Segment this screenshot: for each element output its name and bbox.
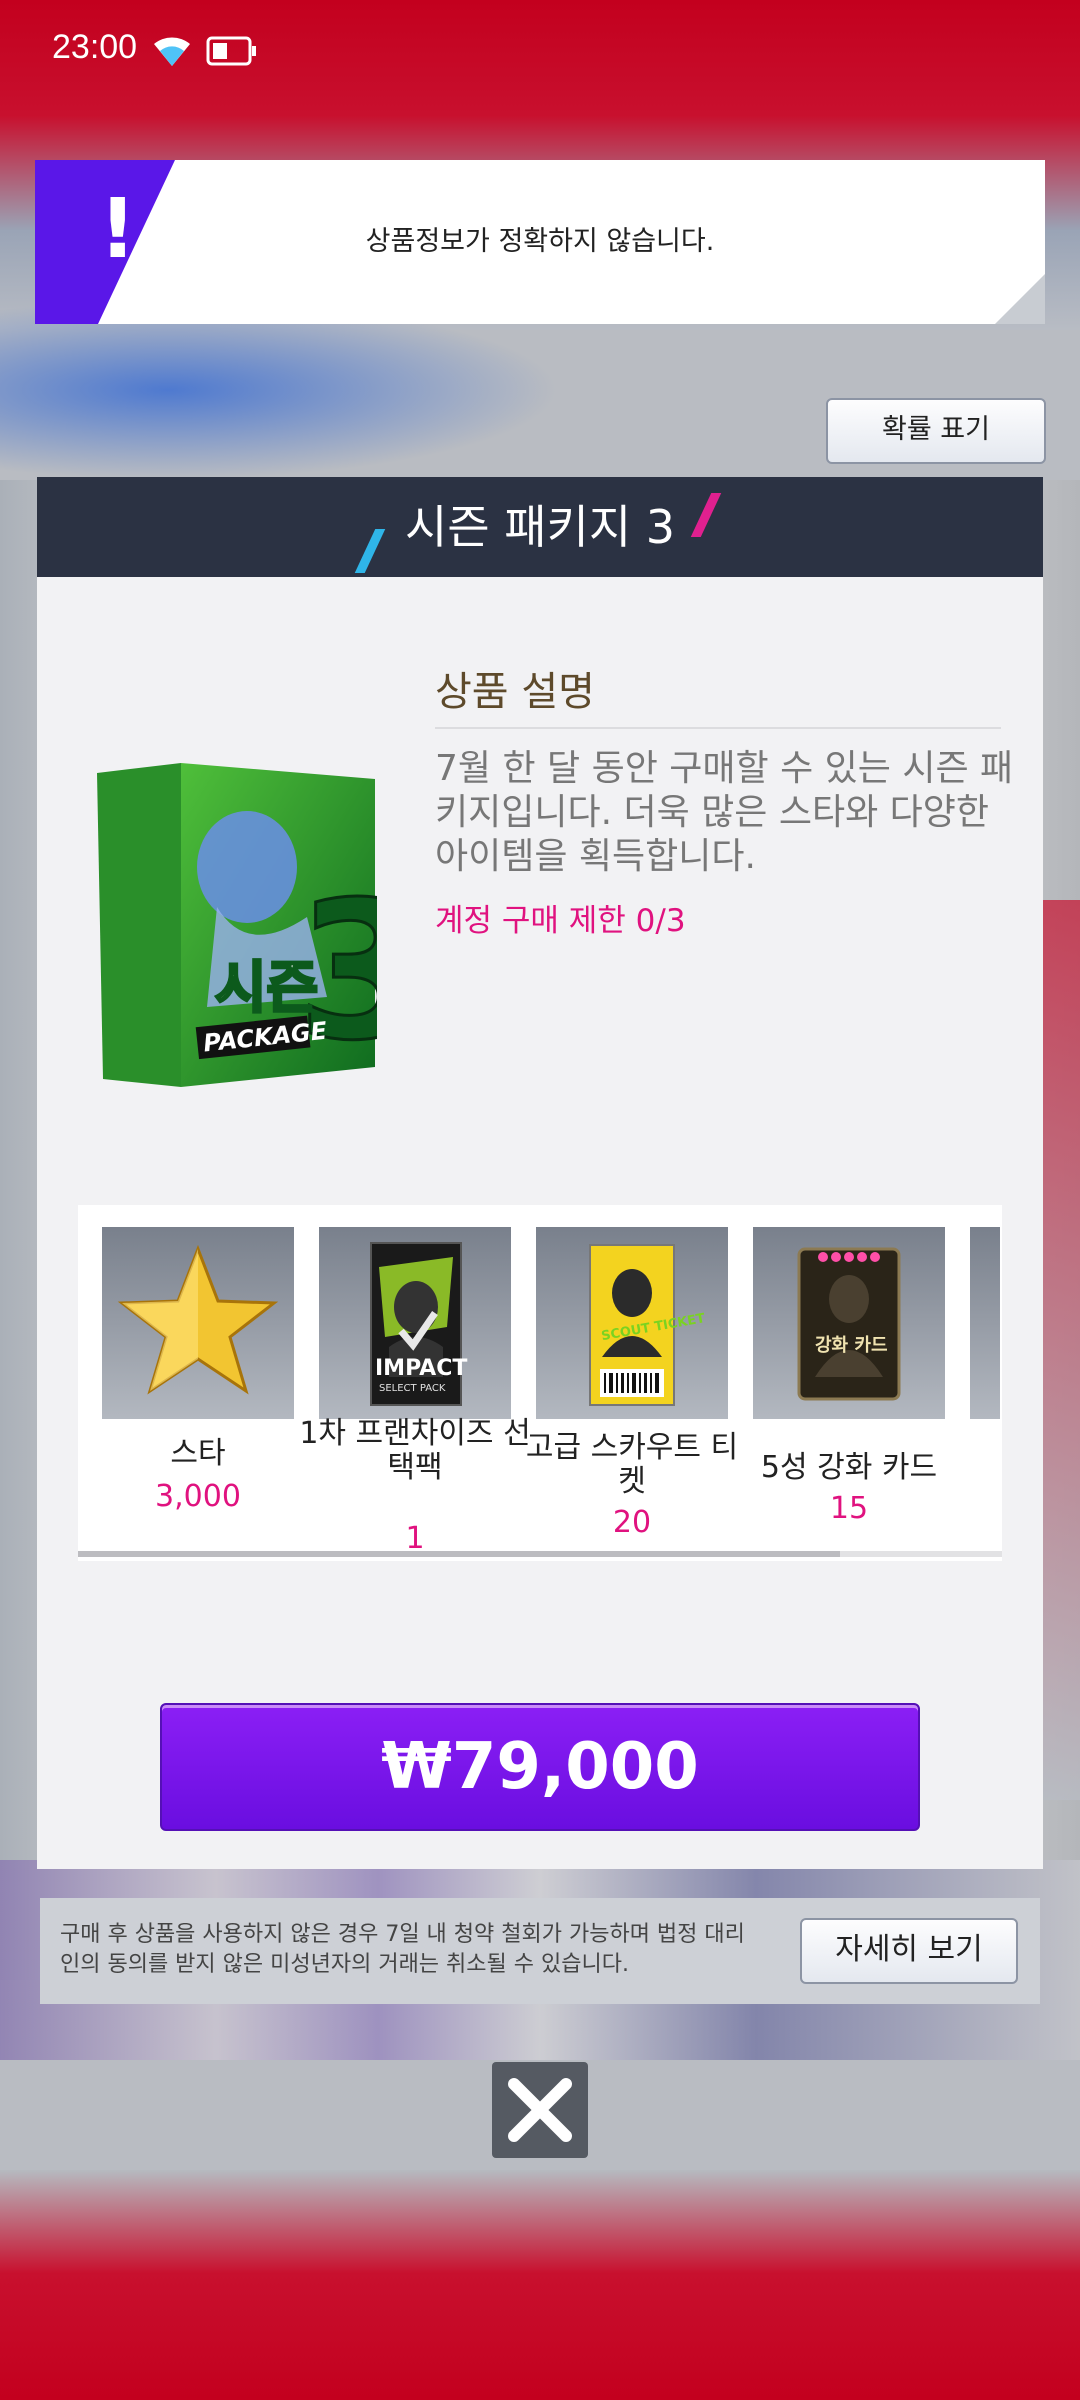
reward-name: 스타 <box>170 1436 226 1471</box>
package-title: 시즌 패키지 3 <box>404 500 676 554</box>
notice-text: 구매 후 상품을 사용하지 않은 경우 7일 내 청약 철회가 가능하며 법정 … <box>60 1922 745 1977</box>
warning-banner: ! 상품정보가 정확하지 않습니다. <box>35 160 1045 324</box>
status-time: 23:00 <box>52 28 138 66</box>
reward-thumb: SCOUT TICKET <box>536 1227 728 1419</box>
reward-thumb <box>970 1227 1000 1419</box>
reward-qty: 15 <box>829 1491 869 1526</box>
scout-ticket-icon: SCOUT TICKET <box>589 1244 706 1406</box>
buy-button[interactable]: ₩79,000 <box>160 1703 920 1831</box>
reward-qty: 3,000 <box>155 1479 241 1514</box>
reward-name: 1차 프랜차이즈 선택팩 <box>299 1416 531 1485</box>
status-bar: 23:00 <box>0 0 1080 100</box>
box-korean-label: 시즌 <box>215 956 318 1021</box>
reward-thumb: IMPACT SELECT PACK <box>319 1227 511 1419</box>
purchase-limit: 계정 구매 제한 0/3 <box>435 903 686 939</box>
reward-name: 고급 스카우트 티켓 <box>525 1430 739 1499</box>
background-side <box>1040 900 1080 1800</box>
battery-icon <box>206 36 256 66</box>
banner-message: 상품정보가 정확하지 않습니다. <box>365 226 715 257</box>
upgrade-card-label: 강화 카드 <box>815 1335 888 1356</box>
reward-thumb <box>102 1227 294 1419</box>
close-icon <box>508 2078 572 2142</box>
description-text: 7월 한 달 동안 구매할 수 있는 시즌 패키지입니다. 더욱 많은 스타와 … <box>435 748 1014 877</box>
impact-pack-icon: IMPACT SELECT PACK <box>370 1242 467 1406</box>
reward-qty: 20 <box>612 1505 652 1540</box>
background-bottom <box>0 2170 1080 2400</box>
background-glow <box>0 300 560 480</box>
rewards-scrollbar-thumb[interactable] <box>78 1551 840 1557</box>
wifi-icon <box>154 37 190 66</box>
reward-name: 5성 강화 카드 <box>760 1450 938 1485</box>
panel-header: 시즌 패키지 3 <box>37 477 1043 577</box>
close-button[interactable] <box>492 2062 588 2158</box>
details-button[interactable]: 자세히 보기 <box>800 1918 1018 1984</box>
reward-thumb: 강화 카드 <box>753 1227 945 1419</box>
probability-button[interactable]: 확률 표기 <box>826 398 1046 464</box>
rewards-list[interactable]: 스타 3,000 IMPACT SELECT PACK 1차 프랜차이즈 선택팩… <box>78 1205 1002 1561</box>
description-title: 상품 설명 <box>435 669 595 715</box>
impact-pack-sub-label: SELECT PACK <box>379 1383 446 1394</box>
star-icon <box>117 1244 279 1395</box>
upgrade-card-icon: 강화 카드 <box>797 1247 901 1401</box>
package-panel: 시즌 패키지 3 3 시즌 PACKAGE 상품 설명 7월 한 달 동안 구매… <box>37 477 1043 1869</box>
package-box-image: 3 시즌 PACKAGE <box>97 763 377 1087</box>
description-divider <box>435 727 1001 729</box>
impact-pack-label: IMPACT <box>375 1356 467 1381</box>
